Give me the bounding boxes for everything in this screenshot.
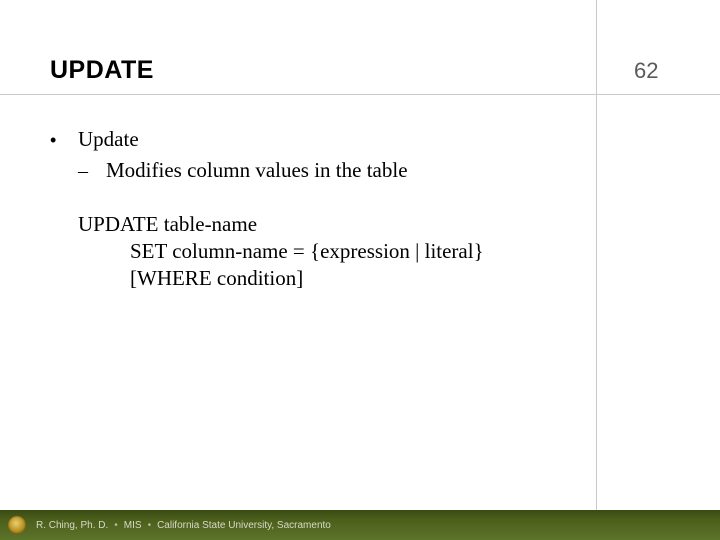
code-line: [WHERE condition] [130, 265, 590, 292]
separator-icon: • [148, 520, 152, 531]
horizontal-divider [0, 94, 720, 95]
content-area: • Update – Modifies column values in the… [50, 126, 590, 292]
sub-bullet-item: – Modifies column values in the table [78, 157, 590, 184]
footer-author: R. Ching, Ph. D. [36, 520, 108, 531]
footer-dept: MIS [124, 520, 142, 531]
footer-text: R. Ching, Ph. D. • MIS • California Stat… [36, 520, 331, 531]
vertical-divider [596, 0, 597, 510]
bullet-text: Update [78, 126, 139, 153]
footer-institution: California State University, Sacramento [157, 520, 331, 531]
sub-bullet-text: Modifies column values in the table [106, 157, 408, 184]
slide: UPDATE 62 • Update – Modifies column val… [0, 0, 720, 540]
bullet-item: • Update [50, 126, 590, 153]
code-line: UPDATE table-name [78, 211, 590, 238]
seal-icon [8, 516, 26, 534]
code-block: UPDATE table-name SET column-name = {exp… [78, 211, 590, 293]
slide-title: UPDATE [50, 56, 154, 85]
separator-icon: • [114, 520, 118, 531]
footer-bar: R. Ching, Ph. D. • MIS • California Stat… [0, 510, 720, 540]
dash-icon: – [78, 158, 106, 184]
bullet-dot-icon: • [50, 129, 78, 152]
code-line: SET column-name = {expression | literal} [130, 238, 590, 265]
page-number: 62 [634, 58, 658, 84]
